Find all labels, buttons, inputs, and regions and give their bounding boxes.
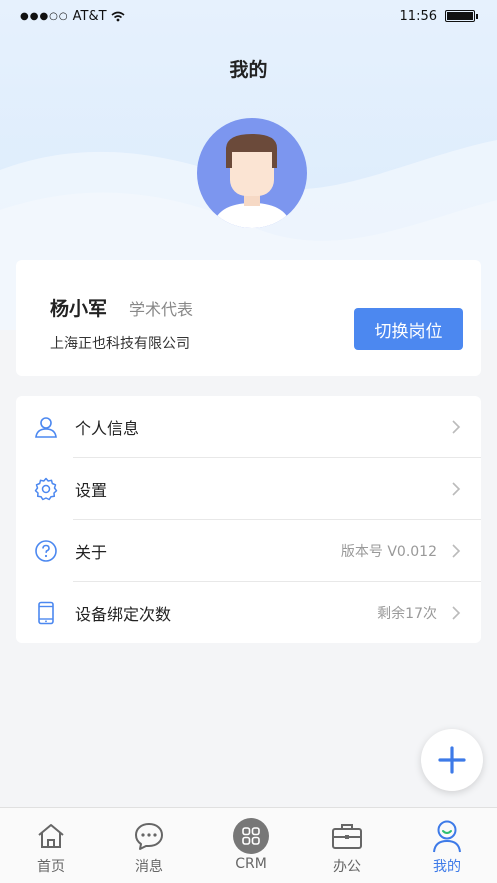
- chevron-right-icon: [452, 482, 461, 496]
- user-icon: [34, 415, 58, 439]
- message-icon: [129, 818, 169, 854]
- switch-position-button[interactable]: 切换岗位: [354, 308, 463, 350]
- tab-label: 我的: [433, 859, 461, 875]
- user-role: 学术代表: [129, 300, 194, 319]
- crm-grid-icon: [231, 818, 271, 854]
- tab-label: 消息: [135, 859, 163, 875]
- tab-messages[interactable]: 消息: [99, 808, 199, 883]
- page-title: 我的: [229, 59, 268, 81]
- tab-label: 首页: [37, 859, 65, 875]
- tab-label: CRM: [235, 856, 267, 872]
- remaining-count: 剩余17次: [377, 606, 437, 622]
- phone-icon: [34, 601, 58, 625]
- status-time: 11:56: [399, 9, 437, 24]
- question-icon: [34, 539, 58, 563]
- battery-icon: [445, 10, 478, 22]
- menu-item-label: 设备绑定次数: [75, 605, 172, 624]
- add-button[interactable]: [421, 729, 483, 791]
- gear-icon: [34, 477, 58, 501]
- profile-icon: [427, 818, 467, 854]
- carrier-info: ●●●○○ AT&T: [20, 9, 125, 24]
- tab-label: 办公: [333, 859, 361, 875]
- signal-icon: ●●●○○: [20, 11, 69, 22]
- status-bar: ●●●○○ AT&T 11:56: [0, 0, 497, 34]
- briefcase-icon: [327, 818, 367, 854]
- tab-home[interactable]: 首页: [1, 808, 101, 883]
- version-text: 版本号 V0.012: [340, 544, 437, 560]
- user-name: 杨小军: [50, 298, 108, 320]
- menu-item-personal-info[interactable]: 个人信息: [16, 396, 481, 458]
- menu-item-label: 设置: [75, 481, 108, 500]
- tab-crm[interactable]: CRM: [201, 808, 301, 883]
- wifi-icon: [111, 11, 125, 22]
- company-name: 上海正也科技有限公司: [50, 336, 190, 352]
- home-icon: [31, 818, 71, 854]
- chevron-right-icon: [452, 544, 461, 558]
- avatar[interactable]: [197, 118, 307, 228]
- menu-item-settings[interactable]: 设置: [16, 458, 481, 520]
- menu-item-device-binding[interactable]: 设备绑定次数 剩余17次: [16, 582, 481, 644]
- menu-item-label: 个人信息: [75, 419, 140, 438]
- tab-office[interactable]: 办公: [297, 808, 397, 883]
- tab-bar: 首页 消息 CRM 办公 我的: [0, 807, 497, 883]
- menu-card: 个人信息 设置 关于 版本号 V0.012 设备绑定次数 剩余17次: [16, 396, 481, 643]
- chevron-right-icon: [452, 606, 461, 620]
- profile-card: 杨小军 学术代表 上海正也科技有限公司 切换岗位: [16, 260, 481, 376]
- menu-item-label: 关于: [75, 543, 108, 562]
- carrier-name: AT&T: [72, 9, 107, 24]
- tab-profile[interactable]: 我的: [397, 808, 497, 883]
- chevron-right-icon: [452, 420, 461, 434]
- menu-item-about[interactable]: 关于 版本号 V0.012: [16, 520, 481, 582]
- plus-icon: [438, 746, 466, 774]
